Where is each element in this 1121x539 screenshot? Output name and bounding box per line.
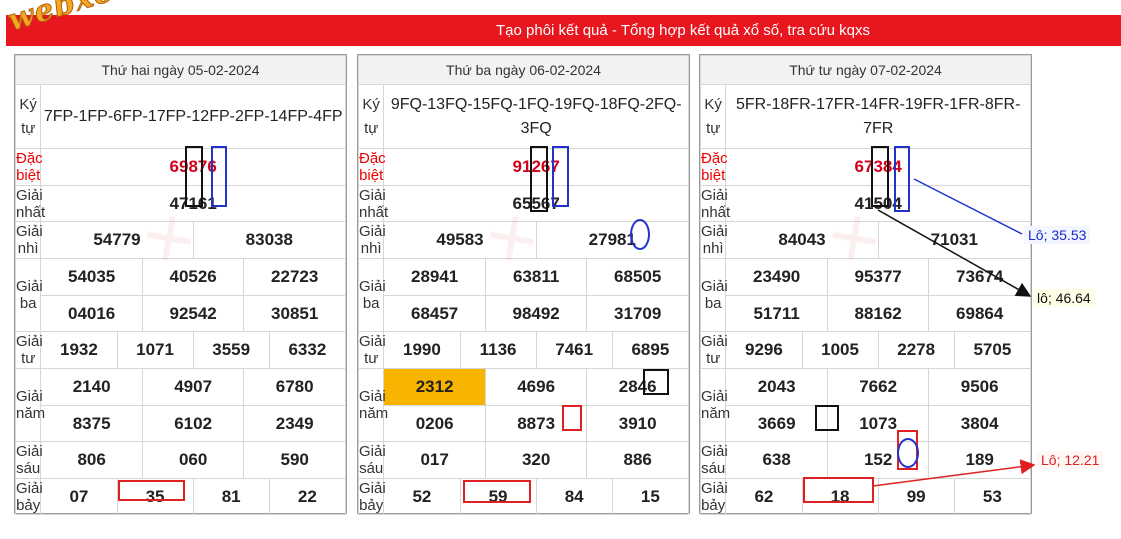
mark-red-rect: [562, 405, 582, 431]
mark-black-rect: [530, 146, 548, 212]
mark-black-rect: [643, 369, 669, 395]
mark-red-rect: [803, 477, 874, 503]
mark-blue-rect: [211, 146, 227, 207]
black-arrow-line: [877, 209, 1032, 297]
mark-black-rect: [185, 146, 203, 207]
mark-red-rect: [118, 480, 185, 501]
mark-red-rect: [463, 480, 531, 503]
mark-black-rect: [871, 146, 889, 207]
mark-blue-ellipse: [897, 438, 919, 468]
blue-arrow-line: [913, 178, 1023, 235]
lo-label-black: lô; 46.64: [1033, 289, 1095, 307]
mark-blue-ellipse: [630, 219, 650, 250]
mark-black-rect: [815, 405, 839, 431]
lo-label-blue: Lô; 35.53: [1024, 226, 1091, 244]
annotation-overlay: [872, 178, 1036, 487]
mark-blue-rect: [552, 146, 569, 207]
lo-label-red: Lô; 12.21: [1037, 451, 1104, 469]
mark-blue-rect: [894, 146, 910, 212]
